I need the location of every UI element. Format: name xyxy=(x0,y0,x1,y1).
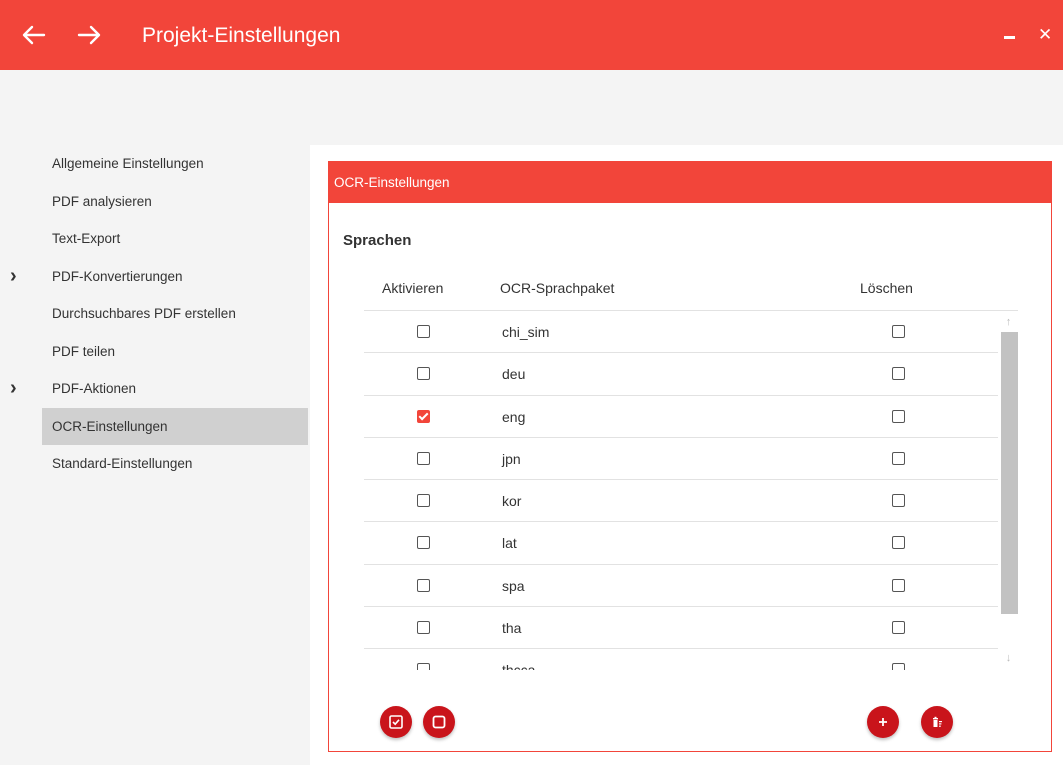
add-language-button[interactable] xyxy=(867,706,899,738)
sidebar-item[interactable]: Text-Export xyxy=(0,220,308,258)
close-button[interactable]: ✕ xyxy=(1038,22,1052,48)
scroll-down-arrow-icon[interactable]: ↓ xyxy=(999,649,1018,667)
sidebar-item-label: PDF teilen xyxy=(52,343,116,359)
sidebar-item[interactable]: OCR-Einstellungen xyxy=(42,407,308,445)
plus-icon xyxy=(879,718,887,726)
activate-checkbox[interactable] xyxy=(417,451,430,465)
delete-checkbox[interactable] xyxy=(892,578,905,592)
section-title: Sprachen xyxy=(343,232,412,249)
language-package-name: tha xyxy=(502,620,522,637)
sidebar-item[interactable]: Standard-Einstellungen xyxy=(0,445,308,483)
sidebar-item-label: PDF-Aktionen xyxy=(52,381,137,396)
delete-checkbox[interactable] xyxy=(892,536,905,550)
deselect-all-button[interactable] xyxy=(423,706,455,738)
settings-sidebar: Allgemeine Einstellungen PDF analysieren T… xyxy=(0,145,308,483)
sidebar-item-label: Allgemeine Einstellungen xyxy=(52,156,204,171)
table-row: deu xyxy=(364,353,998,396)
title-bar: Projekt-Einstellungen ✕ xyxy=(0,0,1063,70)
language-package-name: chi_sim xyxy=(502,324,550,340)
minimize-button[interactable] xyxy=(1004,36,1015,39)
activate-checkbox[interactable] xyxy=(417,621,430,635)
delete-checkbox[interactable] xyxy=(892,367,905,381)
table-header: Aktivieren OCR-Sprachpaket Löschen xyxy=(364,266,1018,311)
ocr-settings-card: OCR-Einstellungen Sprachen Aktivieren OC… xyxy=(328,161,1052,752)
language-package-name: jpn xyxy=(502,450,521,467)
language-table: Aktivieren OCR-Sprachpaket Löschen chi_s… xyxy=(364,266,1018,670)
delete-checkbox[interactable] xyxy=(892,494,905,508)
card-header: OCR-Einstellungen xyxy=(328,161,1052,203)
language-package-name: thcca xyxy=(502,649,535,670)
delete-checkbox[interactable] xyxy=(892,451,905,465)
checkbox-empty-icon xyxy=(432,715,446,729)
activate-checkbox[interactable] xyxy=(417,494,430,508)
arrow-left-icon xyxy=(22,25,46,45)
language-package-name: lat xyxy=(502,535,517,552)
delete-checkbox[interactable] xyxy=(892,621,905,635)
activate-checkbox[interactable] xyxy=(417,663,430,670)
table-row: lat xyxy=(364,522,998,565)
activate-checkbox[interactable] xyxy=(417,578,430,592)
table-row: kor xyxy=(364,480,998,523)
table-row: chi_sim xyxy=(364,311,998,354)
language-package-name: deu xyxy=(502,366,526,383)
checkbox-checked-icon xyxy=(389,715,403,729)
back-button[interactable] xyxy=(18,18,50,52)
activate-checkbox[interactable] xyxy=(417,409,430,423)
delete-checkbox[interactable] xyxy=(892,325,905,338)
table-row: thcca xyxy=(364,649,998,670)
language-package-name: spa xyxy=(502,577,525,594)
activate-checkbox[interactable] xyxy=(417,536,430,550)
sidebar-item-label: OCR-Einstellungen xyxy=(52,418,168,434)
column-header-activate: Aktivieren xyxy=(382,280,444,296)
sidebar-item[interactable]: Allgemeine Einstellungen xyxy=(0,145,308,183)
table-row: eng xyxy=(364,396,998,438)
scroll-up-arrow-icon[interactable]: ↑ xyxy=(999,313,1018,331)
window-title: Projekt-Einstellungen xyxy=(142,24,341,47)
scroll-thumb[interactable] xyxy=(1001,332,1018,614)
settings-panel: OCR-Einstellungen Sprachen Aktivieren OC… xyxy=(310,145,1063,765)
table-row: tha xyxy=(364,607,998,650)
sidebar-item[interactable]: › PDF-Aktionen xyxy=(0,370,308,408)
delete-checkbox[interactable] xyxy=(892,663,905,670)
trash-icon xyxy=(933,716,942,727)
language-package-name: kor xyxy=(502,493,522,510)
table-row: spa xyxy=(364,565,998,608)
sidebar-item-label: PDF-Konvertierungen xyxy=(52,268,183,284)
select-all-button[interactable] xyxy=(380,706,412,738)
sidebar-item-label: PDF analysieren xyxy=(52,193,152,209)
sidebar-item[interactable]: › PDF-Konvertierungen xyxy=(0,258,308,296)
sidebar-item[interactable]: PDF analysieren xyxy=(0,183,308,221)
column-header-delete: Löschen xyxy=(860,280,913,296)
language-package-name: eng xyxy=(502,408,526,425)
arrow-right-icon xyxy=(77,25,101,45)
activate-checkbox[interactable] xyxy=(417,325,430,338)
table-body: chi_simdeu eng jpn kor lat spa tha thcca xyxy=(364,311,998,670)
forward-button[interactable] xyxy=(73,18,105,52)
column-header-package: OCR-Sprachpaket xyxy=(500,280,615,296)
delete-checkbox[interactable] xyxy=(892,409,905,423)
sidebar-item-label: Standard-Einstellungen xyxy=(52,456,193,471)
sidebar-item-label: Text-Export xyxy=(52,231,121,246)
sidebar-item-label: Durchsuchbares PDF erstellen xyxy=(52,306,236,321)
vertical-scrollbar[interactable]: ↑ ↓ xyxy=(999,311,1018,670)
sidebar-item[interactable]: PDF teilen xyxy=(0,333,308,371)
table-row: jpn xyxy=(364,438,998,481)
chevron-right-icon[interactable]: › xyxy=(10,258,17,296)
activate-checkbox[interactable] xyxy=(417,367,430,381)
sidebar-item[interactable]: Durchsuchbares PDF erstellen xyxy=(0,295,308,333)
chevron-right-icon[interactable]: › xyxy=(10,370,17,408)
delete-languages-button[interactable] xyxy=(921,706,953,738)
